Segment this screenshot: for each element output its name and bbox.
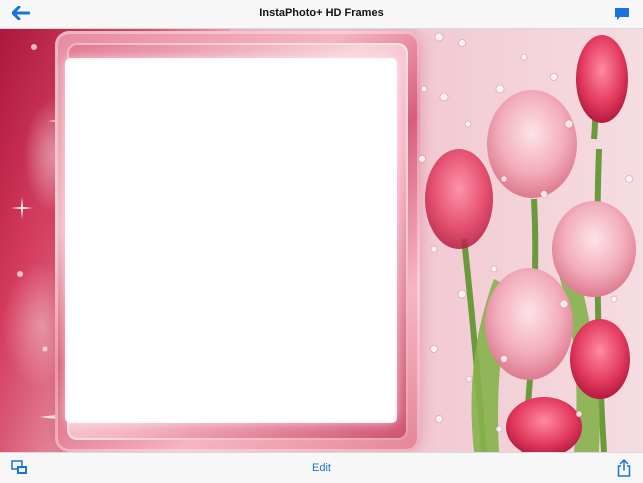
speech-bubble-icon[interactable] (614, 7, 630, 26)
frame-preview (0, 29, 643, 452)
bottom-toolbar: Edit (0, 452, 643, 483)
share-icon[interactable] (617, 458, 631, 482)
app-title: InstaPhoto+ HD Frames (259, 7, 384, 19)
top-toolbar: InstaPhoto+ HD Frames (0, 0, 643, 29)
edit-button[interactable]: Edit (0, 462, 643, 474)
tulips-decoration (418, 32, 636, 452)
photo-placeholder[interactable] (67, 60, 395, 421)
